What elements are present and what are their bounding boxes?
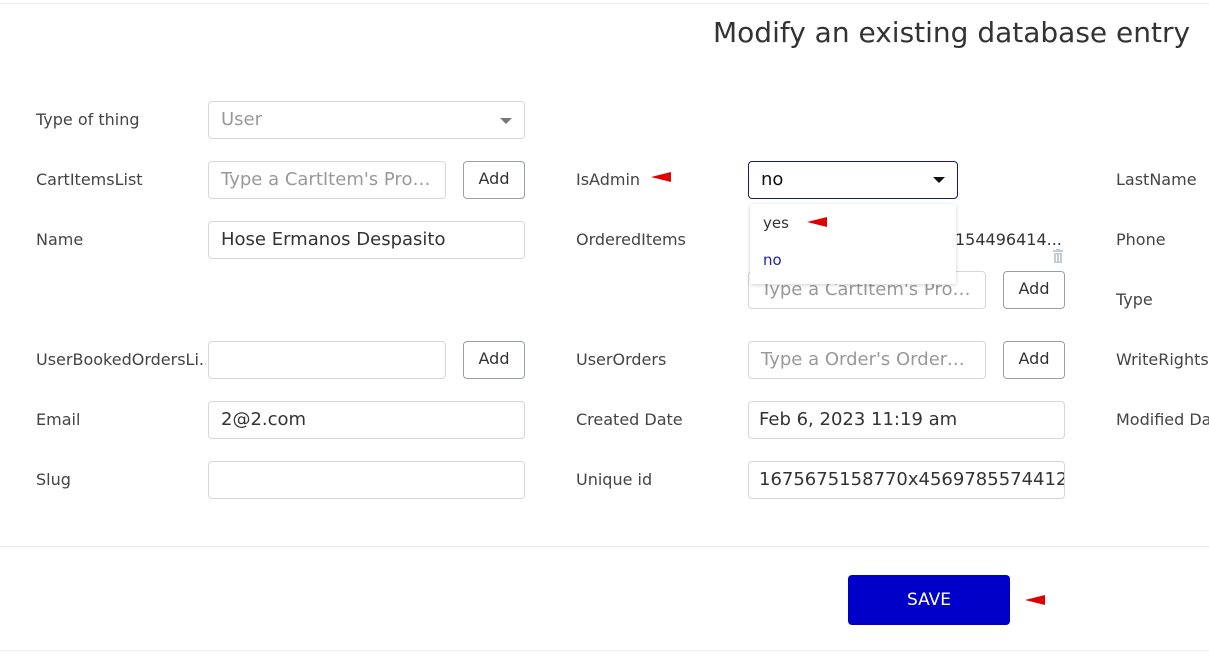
top-divider	[0, 3, 1209, 4]
email-label: Email	[36, 410, 81, 429]
ordered-items-label: OrderedItems	[576, 230, 686, 249]
slug-label: Slug	[36, 470, 71, 489]
bottom-divider	[0, 650, 1209, 651]
last-name-label: LastName	[1116, 170, 1197, 189]
name-field[interactable]: Hose Ermanos Despasito	[208, 221, 525, 259]
dropdown-option-yes[interactable]: yes	[763, 214, 789, 232]
save-button[interactable]: SAVE	[848, 575, 1010, 625]
type-of-thing-value: User	[221, 109, 263, 130]
type-of-thing-select[interactable]: User	[208, 101, 525, 139]
chevron-down-icon	[933, 177, 945, 183]
annotation-arrow-save	[1025, 595, 1045, 605]
created-date-label: Created Date	[576, 410, 683, 429]
is-admin-value: no	[761, 169, 784, 190]
annotation-arrow-yes-option	[807, 217, 827, 227]
created-date-field[interactable]: Feb 6, 2023 11:19 am	[748, 401, 1065, 439]
page-title: Modify an existing database entry	[713, 16, 1191, 49]
email-field[interactable]: 2@2.com	[208, 401, 525, 439]
phone-label: Phone	[1116, 230, 1166, 249]
chevron-down-icon	[500, 118, 512, 124]
ordered-items-add-button[interactable]: Add	[1003, 271, 1065, 309]
name-label: Name	[36, 230, 84, 249]
cart-items-list-input[interactable]: Type a CartItem's Product...	[208, 161, 446, 199]
user-orders-input[interactable]: Type a Order's OrderedProducts	[748, 341, 986, 379]
unique-id-field[interactable]: 1675675158770x456978557441202400	[748, 461, 1065, 499]
user-booked-orders-input[interactable]	[208, 341, 446, 379]
slug-field[interactable]	[208, 461, 525, 499]
footer-divider	[0, 546, 1209, 547]
dropdown-option-no[interactable]: no	[763, 251, 782, 269]
annotation-arrow-is-admin	[651, 172, 671, 182]
cart-items-list-label: CartItemsList	[36, 170, 143, 189]
user-orders-label: UserOrders	[576, 350, 667, 369]
cart-items-add-button[interactable]: Add	[463, 161, 525, 199]
user-orders-add-button[interactable]: Add	[1003, 341, 1065, 379]
type-label: Type	[1116, 290, 1153, 309]
write-rights-label: WriteRights	[1116, 350, 1209, 369]
type-of-thing-label: Type of thing	[36, 110, 140, 129]
user-booked-orders-add-button[interactable]: Add	[463, 341, 525, 379]
is-admin-label: IsAdmin	[576, 170, 641, 189]
trash-icon[interactable]	[1052, 249, 1064, 263]
is-admin-dropdown-menu: yes no	[750, 204, 956, 284]
unique-id-label: Unique id	[576, 470, 653, 489]
ordered-item-text: 154496414...	[955, 230, 1062, 249]
user-booked-orders-label: UserBookedOrdersLi...	[36, 350, 206, 369]
is-admin-select[interactable]: no	[748, 161, 958, 199]
modified-date-label: Modified Date	[1116, 410, 1209, 429]
